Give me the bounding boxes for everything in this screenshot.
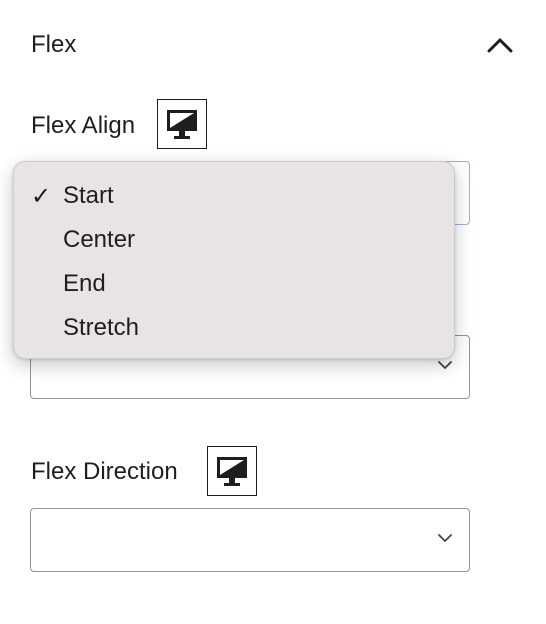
checkmark-icon: ✓: [31, 182, 52, 210]
chevron-down-icon: [438, 361, 452, 369]
option-label: End: [63, 270, 106, 297]
flex-align-dropdown-menu: ✓ Start Center End Stretch: [13, 161, 455, 359]
chevron-up-icon: [487, 38, 513, 53]
chevron-down-icon: [438, 534, 452, 542]
flex-align-label: Flex Align: [31, 112, 136, 139]
option-label: Center: [63, 226, 136, 253]
flex-direction-select[interactable]: [30, 508, 470, 572]
desktop-icon: [167, 110, 197, 139]
option-stretch[interactable]: Stretch: [14, 306, 454, 350]
flex-direction-label: Flex Direction: [31, 458, 178, 485]
option-end[interactable]: End: [14, 262, 454, 306]
option-center[interactable]: Center: [14, 218, 454, 262]
option-label: Start: [63, 182, 114, 209]
option-start[interactable]: ✓ Start: [14, 174, 454, 218]
flex-align-device-button[interactable]: [157, 99, 207, 149]
panel-header: Flex: [31, 28, 517, 62]
option-label: Stretch: [63, 314, 140, 341]
collapse-panel-button[interactable]: [483, 28, 517, 62]
desktop-icon: [217, 457, 247, 486]
flex-direction-device-button[interactable]: [207, 446, 257, 496]
panel-title: Flex: [31, 31, 77, 58]
